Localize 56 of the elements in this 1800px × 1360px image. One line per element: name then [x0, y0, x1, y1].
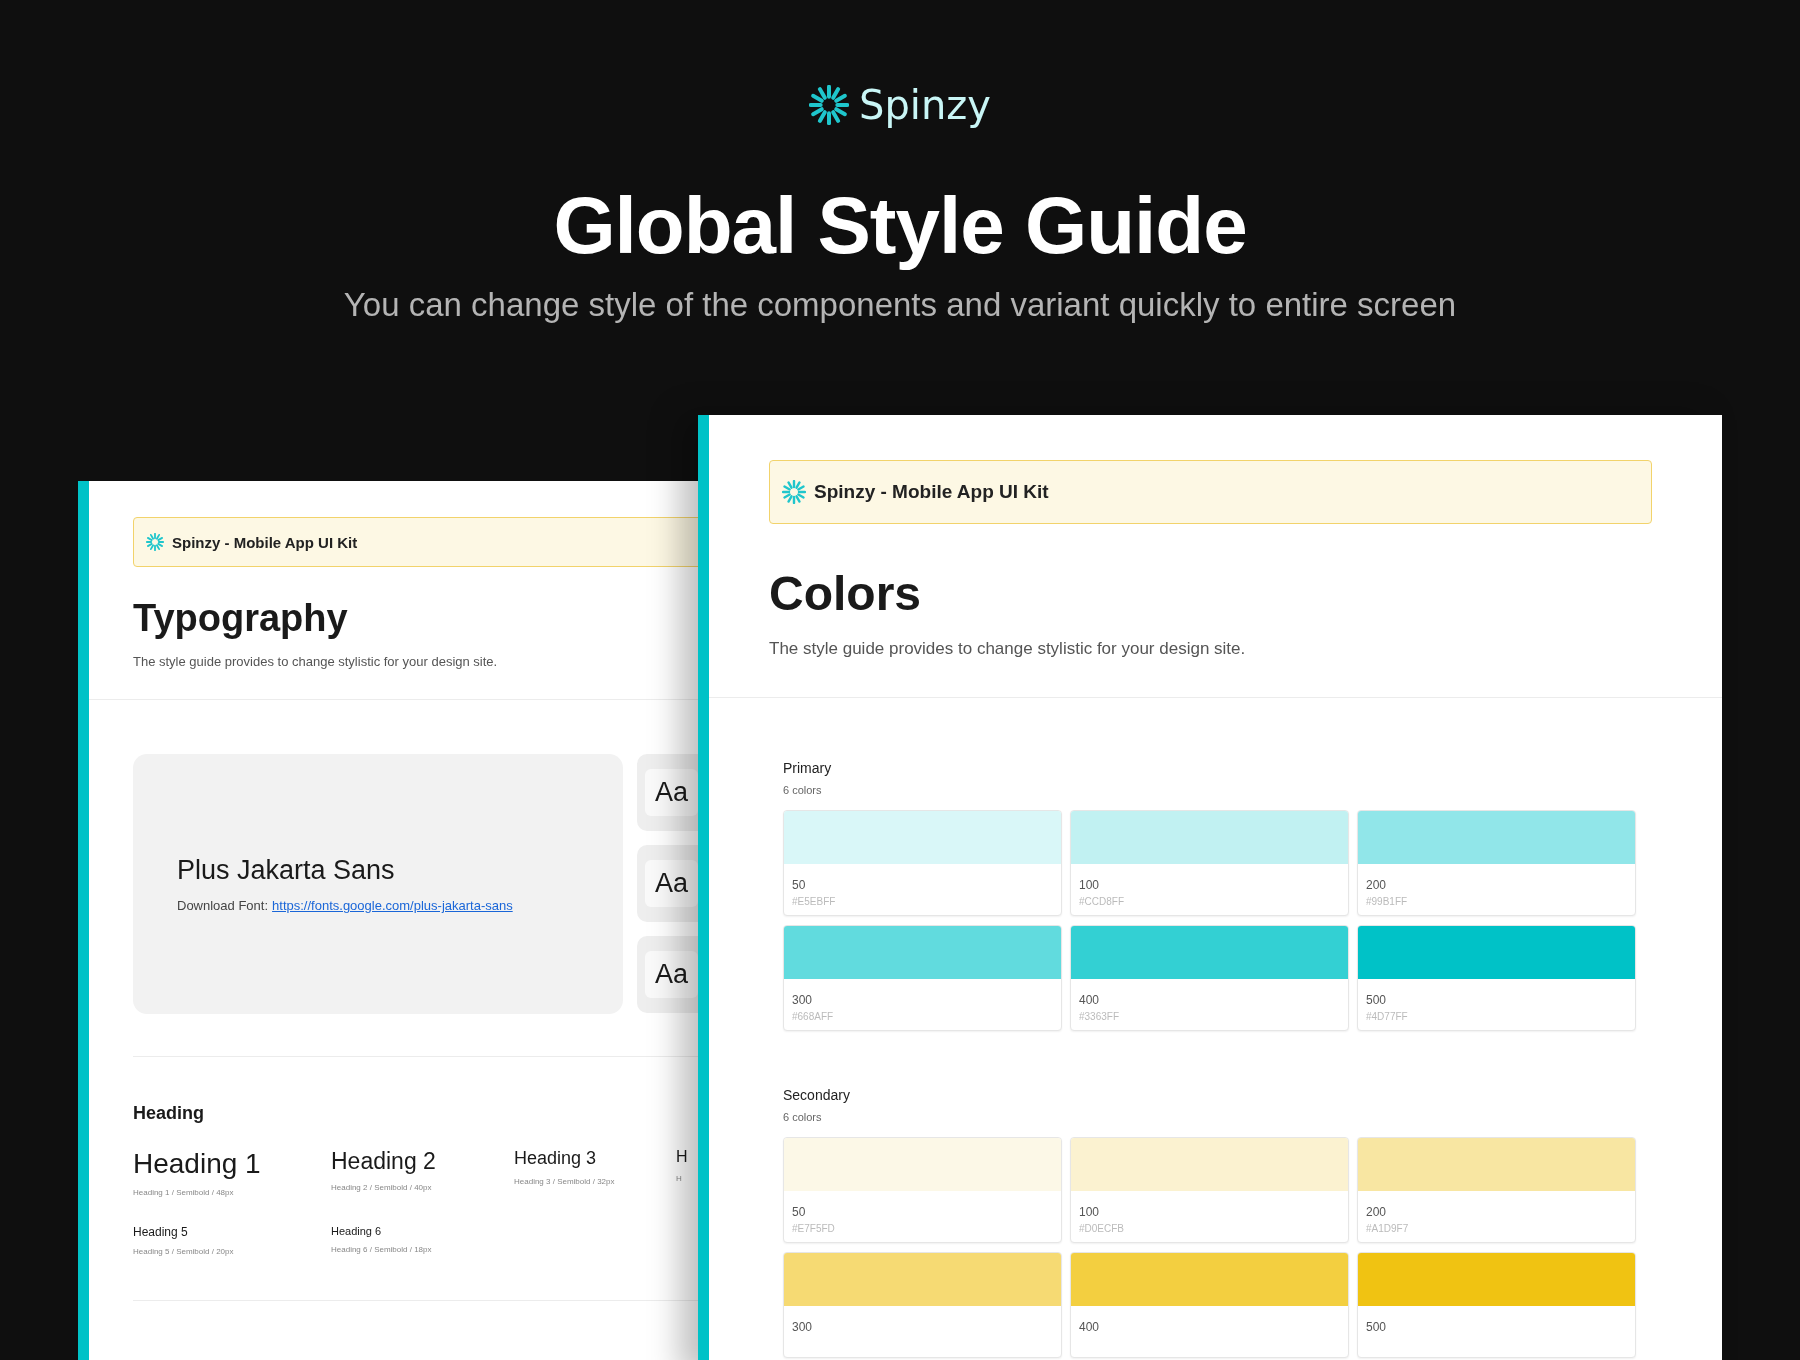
sample-text: Aa	[645, 769, 698, 816]
page-title: Typography	[133, 597, 349, 640]
shade-label: 100	[1079, 1205, 1101, 1219]
section-title: Heading	[133, 1103, 205, 1124]
group-title: Primary	[783, 760, 833, 776]
heading-caption: Heading 5 / Semibold / 20px	[133, 1247, 235, 1256]
page-title: Colors	[769, 566, 922, 621]
color-code: #CCD8FF	[1079, 896, 1125, 907]
logo-icon	[146, 533, 164, 551]
shade-label: 400	[1079, 1320, 1101, 1334]
shade-label: 400	[1079, 993, 1101, 1007]
download-label: Download Font:	[177, 898, 269, 913]
shade-label: 300	[792, 1320, 814, 1334]
color-code: #3363FF	[1079, 1011, 1121, 1022]
heading-caption: Heading 3 / Semibold / 32px	[514, 1177, 616, 1186]
banner-title: Spinzy - Mobile App UI Kit	[172, 533, 358, 551]
shade-label: 50	[792, 1205, 807, 1219]
banner-title: Spinzy - Mobile App UI Kit	[814, 481, 1049, 503]
color-code: #A1D9F7	[1366, 1223, 1410, 1234]
color-code: #D0ECFB	[1079, 1223, 1125, 1234]
color-code: #99B1FF	[1366, 896, 1409, 907]
color-code: #E5EBFF	[792, 896, 837, 907]
shade-label: 50	[792, 878, 807, 892]
heading-sample: H	[676, 1148, 689, 1166]
heading-sample: Heading 6	[331, 1225, 383, 1237]
hero-title: Global Style Guide	[553, 180, 1247, 272]
page-description: The style guide provides to change stylistic for your design site.	[769, 639, 1247, 659]
shade-label: 300	[792, 993, 814, 1007]
color-code: #4D77FF	[1366, 1011, 1409, 1022]
shade-label: 100	[1079, 878, 1101, 892]
color-code: #E7F5FD	[792, 1223, 836, 1234]
logo-icon	[809, 85, 850, 125]
color-code: #668AFF	[792, 1011, 835, 1022]
font-name: Plus Jakarta Sans	[177, 855, 396, 886]
heading-caption: Heading 1 / Semibold / 48px	[133, 1188, 235, 1197]
shade-label: 500	[1366, 1320, 1388, 1334]
heading-sample: Heading 3	[514, 1148, 598, 1169]
heading-caption: Heading 2 / Semibold / 40px	[331, 1183, 433, 1192]
group-title: Secondary	[783, 1087, 851, 1103]
heading-caption: Heading 6 / Semibold / 18px	[331, 1245, 433, 1254]
group-count: 6 colors	[783, 784, 823, 796]
heading-sample: Heading 5	[133, 1225, 189, 1239]
sample-text: Aa	[645, 951, 698, 998]
brand-name: Spinzy	[859, 82, 991, 128]
shade-label: 500	[1366, 993, 1388, 1007]
shade-label: 200	[1366, 878, 1388, 892]
sample-text: Aa	[645, 860, 698, 907]
heading-sample: Heading 1	[133, 1148, 262, 1180]
group-count: 6 colors	[783, 1111, 823, 1123]
font-link[interactable]: https://fonts.google.com/plus-jakarta-sans	[272, 898, 513, 913]
shade-label: 200	[1366, 1205, 1388, 1219]
heading-caption: H	[676, 1174, 683, 1183]
heading-sample: Heading 2	[331, 1148, 437, 1175]
logo-icon	[782, 480, 806, 504]
hero-subtitle: You can change style of the components and variant quickly to entire screen	[343, 286, 1457, 324]
page-description: The style guide provides to change stylistic for your design site.	[133, 654, 499, 669]
